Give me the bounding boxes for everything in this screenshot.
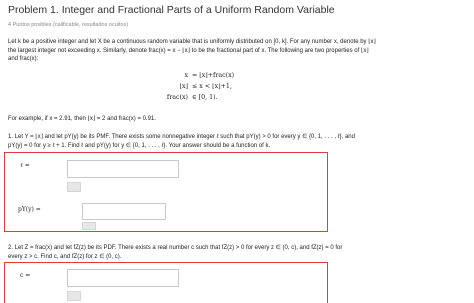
page-title: Problem 1. Integer and Fractional Parts … xyxy=(8,4,335,16)
ell-label: ℓ = xyxy=(20,162,30,169)
eq2-lhs: ⌊x⌋ xyxy=(179,83,188,90)
q1-line-2: pY(y) = 0 for y ≥ ℓ + 1. Find ℓ and pY(y… xyxy=(8,142,271,149)
c-preview-chip xyxy=(67,291,81,301)
intro-line-1: Let k be a positive integer and let X be… xyxy=(8,39,376,45)
eq3-lhs: frac(x) xyxy=(166,94,188,101)
intro-line-2: the largest integer not exceeding x. Sim… xyxy=(8,47,369,54)
eq1-lhs: x xyxy=(184,72,188,79)
intro-text: Let k be a positive integer and let X be… xyxy=(8,38,376,64)
example-text: For example, if x = 2.91, then ⌊x⌋ = 2 a… xyxy=(8,116,156,122)
pmf-preview-chip xyxy=(82,222,96,230)
pmf-label: pY(y) = xyxy=(18,206,41,213)
question-2-text: 2. Let Z = frac(x) and let fZ(z) be its … xyxy=(8,244,342,261)
c-input[interactable] xyxy=(67,269,179,287)
ell-preview-chip xyxy=(67,182,81,192)
q1-line-1: 1. Let Y = ⌊x⌋ and let pY(y) be its PMF.… xyxy=(8,134,355,140)
eq1-rhs: = ⌊x⌋+frac(x) xyxy=(192,72,235,79)
q2-line-2: every z > c. Find c, and fZ(z) for z ∈ (… xyxy=(8,253,122,260)
eq2-rhs: ≤ x < ⌊x⌋+1, xyxy=(192,83,232,90)
question-1-text: 1. Let Y = ⌊x⌋ and let pY(y) be its PMF.… xyxy=(8,133,355,150)
intro-line-3: and frac(x): xyxy=(8,56,39,62)
points-info: 4 Puntos posibles (calificable, resultad… xyxy=(8,22,129,28)
q2-line-1: 2. Let Z = frac(x) and let fZ(z) be its … xyxy=(8,245,343,251)
ell-input[interactable] xyxy=(67,160,179,178)
pmf-input[interactable] xyxy=(82,203,166,220)
eq3-rhs: ∈ [0, 1). xyxy=(192,94,218,101)
c-label: c = xyxy=(20,272,31,279)
